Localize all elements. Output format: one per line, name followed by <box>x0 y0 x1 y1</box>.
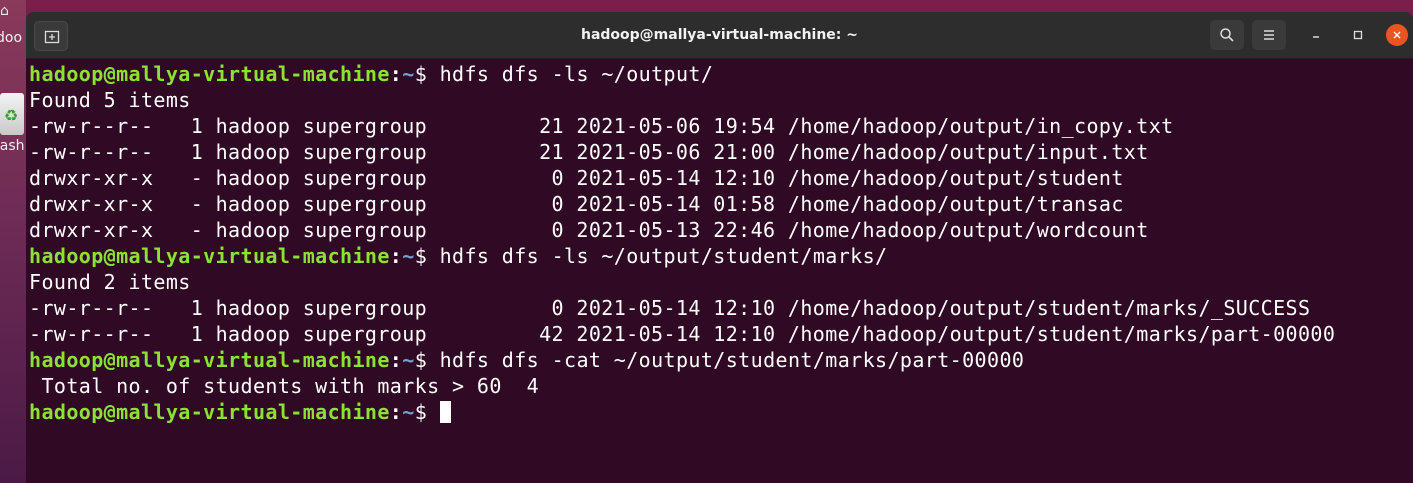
output-line: -rw-r--r-- 1 hadoop supergroup 21 2021-0… <box>29 114 1174 138</box>
prompt-path: ~ <box>402 62 415 86</box>
home-folder-icon[interactable]: ⌂ <box>0 2 18 20</box>
prompt-user-host: hadoop@mallya-virtual-machine <box>29 62 390 86</box>
output-line: -rw-r--r-- 1 hadoop supergroup 0 2021-05… <box>29 296 1311 320</box>
command-text: hdfs dfs -cat ~/output/student/marks/par… <box>427 348 1025 372</box>
prompt-dollar: $ <box>414 348 428 372</box>
prompt-line: hadoop@mallya-virtual-machine:~$ <box>29 399 1409 425</box>
prompt-user-host: hadoop@mallya-virtual-machine <box>29 244 390 268</box>
output-line: drwxr-xr-x - hadoop supergroup 0 2021-05… <box>29 218 1149 242</box>
desktop-background: ⌂ doo ♻ rash hadoop@mallya-virtual-machi… <box>0 0 1413 483</box>
output-line: Found 2 items <box>29 270 191 294</box>
prompt-dollar: $ <box>414 244 428 268</box>
prompt-user-host: hadoop@mallya-virtual-machine <box>29 348 390 372</box>
output-line: Total no. of students with marks > 60 4 <box>29 374 540 398</box>
output-line: drwxr-xr-x - hadoop supergroup 0 2021-05… <box>29 166 1124 190</box>
trash-label: rash <box>0 138 25 154</box>
search-button[interactable] <box>1210 20 1244 50</box>
prompt-colon: : <box>389 348 403 372</box>
hamburger-menu-icon <box>1264 30 1274 40</box>
prompt-colon: : <box>389 400 403 424</box>
command-text: hdfs dfs -ls ~/output/student/marks/ <box>427 244 888 268</box>
close-icon <box>1393 31 1401 39</box>
maximize-button[interactable] <box>1347 24 1369 46</box>
output-line: -rw-r--r-- 1 hadoop supergroup 42 2021-0… <box>29 322 1336 346</box>
new-tab-button[interactable] <box>34 21 68 51</box>
maximize-icon <box>1353 30 1363 40</box>
recycle-icon: ♻ <box>3 106 19 125</box>
new-tab-icon <box>44 30 60 44</box>
window-title: hadoop@mallya-virtual-machine: ~ <box>580 27 859 43</box>
prompt-user-host: hadoop@mallya-virtual-machine <box>29 400 390 424</box>
command-text: hdfs dfs -ls ~/output/ <box>427 62 714 86</box>
command-text <box>427 400 439 424</box>
search-icon <box>1220 28 1234 42</box>
text-cursor <box>439 401 451 423</box>
prompt-path: ~ <box>402 244 415 268</box>
desktop-icons-column: ⌂ doo ♻ rash <box>0 0 26 483</box>
minimize-icon <box>1313 36 1319 38</box>
minimize-button[interactable] <box>1305 24 1327 46</box>
prompt-path: ~ <box>402 348 415 372</box>
terminal-output[interactable]: hadoop@mallya-virtual-machine:~$ hdfs df… <box>29 61 1409 481</box>
close-button[interactable] <box>1386 24 1408 46</box>
output-line: -rw-r--r-- 1 hadoop supergroup 21 2021-0… <box>29 140 1149 164</box>
prompt-colon: : <box>389 62 403 86</box>
prompt-line: hadoop@mallya-virtual-machine:~$ hdfs df… <box>29 347 1409 373</box>
prompt-line: hadoop@mallya-virtual-machine:~$ hdfs df… <box>29 243 1409 269</box>
home-folder-label: doo <box>0 30 23 46</box>
prompt-path: ~ <box>402 400 415 424</box>
prompt-dollar: $ <box>414 400 428 424</box>
prompt-colon: : <box>389 244 403 268</box>
prompt-line: hadoop@mallya-virtual-machine:~$ hdfs df… <box>29 61 1409 87</box>
menu-button[interactable] <box>1252 20 1286 50</box>
terminal-window: hadoop@mallya-virtual-machine: ~ hadoop@… <box>26 12 1413 483</box>
output-line: Found 5 items <box>29 88 191 112</box>
prompt-dollar: $ <box>414 62 428 86</box>
output-line: drwxr-xr-x - hadoop supergroup 0 2021-05… <box>29 192 1124 216</box>
title-bar[interactable]: hadoop@mallya-virtual-machine: ~ <box>26 12 1413 59</box>
